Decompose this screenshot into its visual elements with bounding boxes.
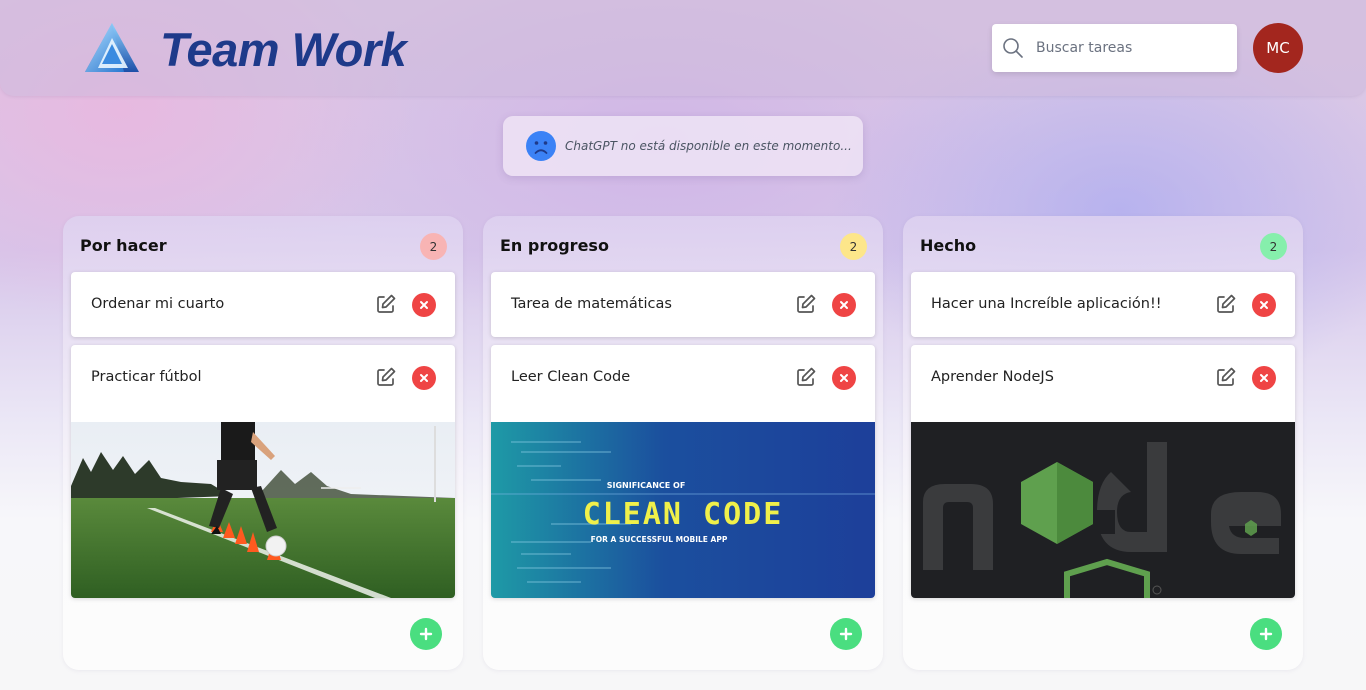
edit-icon[interactable]: [375, 366, 397, 388]
close-icon: [1260, 301, 1268, 309]
column-done: Hecho 2 Hacer una Increíble aplicación!!…: [903, 216, 1303, 670]
close-icon: [840, 301, 848, 309]
search-icon: [1003, 38, 1023, 58]
task-card[interactable]: Leer Clean Code SIGNIFICANCE OF CLEAN CO…: [491, 345, 875, 598]
add-task-button[interactable]: [1250, 618, 1282, 650]
soccer-training-photo: [71, 422, 455, 598]
task-count-badge: 2: [840, 233, 867, 260]
delete-task-button[interactable]: [412, 366, 436, 390]
banner-main-text: CLEAN CODE: [583, 497, 784, 532]
app-header: Team Work MC: [0, 0, 1366, 96]
delete-task-button[interactable]: [832, 366, 856, 390]
delete-task-button[interactable]: [832, 293, 856, 317]
task-card[interactable]: Tarea de matemáticas: [491, 272, 875, 337]
column-title: En progreso: [500, 236, 609, 255]
clean-code-banner: SIGNIFICANCE OF CLEAN CODE FOR A SUCCESS…: [491, 422, 875, 598]
task-title: Leer Clean Code: [511, 369, 631, 385]
column-todo: Por hacer 2 Ordenar mi cuarto Practicar …: [63, 216, 463, 670]
search-input[interactable]: [1036, 24, 1226, 72]
close-icon: [420, 301, 428, 309]
task-card[interactable]: Ordenar mi cuarto: [71, 272, 455, 337]
app-title: Team Work: [160, 23, 407, 76]
column-in-progress: En progreso 2 Tarea de matemáticas Leer …: [483, 216, 883, 670]
task-card[interactable]: Practicar fútbol: [71, 345, 455, 598]
close-icon: [840, 374, 848, 382]
delete-task-button[interactable]: [412, 293, 436, 317]
edit-icon[interactable]: [375, 293, 397, 315]
triangle-logo-icon[interactable]: [84, 22, 140, 74]
notice-text: ChatGPT no está disponible en este momen…: [565, 139, 852, 153]
user-avatar[interactable]: MC: [1253, 23, 1303, 73]
sad-face-icon: [526, 131, 556, 161]
plus-icon: [1259, 627, 1273, 641]
task-card[interactable]: Aprender NodeJS: [911, 345, 1295, 598]
nodejs-logo-image: [911, 422, 1295, 598]
search-box[interactable]: [992, 24, 1237, 72]
banner-top-text: SIGNIFICANCE OF: [607, 481, 686, 490]
task-title: Aprender NodeJS: [931, 369, 1054, 385]
task-title: Ordenar mi cuarto: [91, 296, 225, 312]
edit-icon[interactable]: [1215, 293, 1237, 315]
task-count-badge: 2: [1260, 233, 1287, 260]
column-title: Hecho: [920, 236, 977, 255]
edit-icon[interactable]: [795, 293, 817, 315]
chatgpt-unavailable-notice: ChatGPT no está disponible en este momen…: [503, 116, 863, 176]
banner-bottom-text: FOR A SUCCESSFUL MOBILE APP: [591, 535, 728, 544]
task-count-badge: 2: [420, 233, 447, 260]
close-icon: [1260, 374, 1268, 382]
close-icon: [420, 374, 428, 382]
plus-icon: [839, 627, 853, 641]
task-title: Hacer una Increíble aplicación!!: [931, 296, 1162, 312]
add-task-button[interactable]: [410, 618, 442, 650]
delete-task-button[interactable]: [1252, 366, 1276, 390]
edit-icon[interactable]: [1215, 366, 1237, 388]
delete-task-button[interactable]: [1252, 293, 1276, 317]
task-title: Practicar fútbol: [91, 369, 202, 385]
plus-icon: [419, 627, 433, 641]
add-task-button[interactable]: [830, 618, 862, 650]
task-card[interactable]: Hacer una Increíble aplicación!!: [911, 272, 1295, 337]
task-title: Tarea de matemáticas: [511, 296, 672, 312]
edit-icon[interactable]: [795, 366, 817, 388]
column-title: Por hacer: [80, 236, 167, 255]
